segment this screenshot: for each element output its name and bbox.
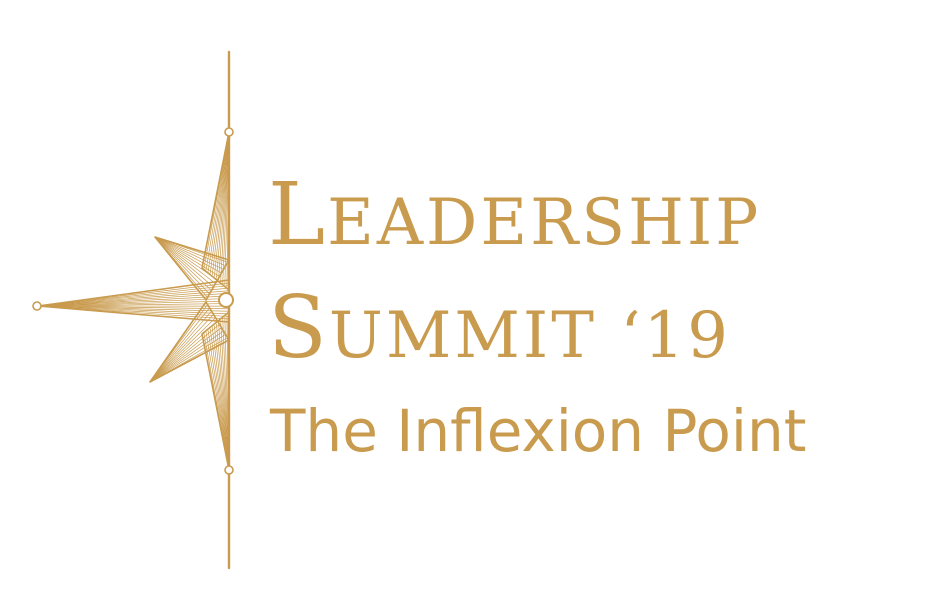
logo-canvas: LEADERSHIP SUMMIT ‘19 The Inflexion Poin… bbox=[0, 0, 938, 612]
compass-star-icon bbox=[32, 50, 234, 570]
tagline: The Inflexion Point bbox=[270, 397, 807, 465]
title-leadership: LEADERSHIP bbox=[268, 172, 761, 258]
title-initial-s: S bbox=[268, 278, 329, 378]
title-summit: SUMMIT ‘19 bbox=[268, 285, 731, 371]
title-initial-l: L bbox=[268, 165, 328, 265]
title-rest-summit: UMMIT ‘19 bbox=[328, 299, 732, 373]
title-rest-leadership: EADERSHIP bbox=[327, 186, 762, 260]
